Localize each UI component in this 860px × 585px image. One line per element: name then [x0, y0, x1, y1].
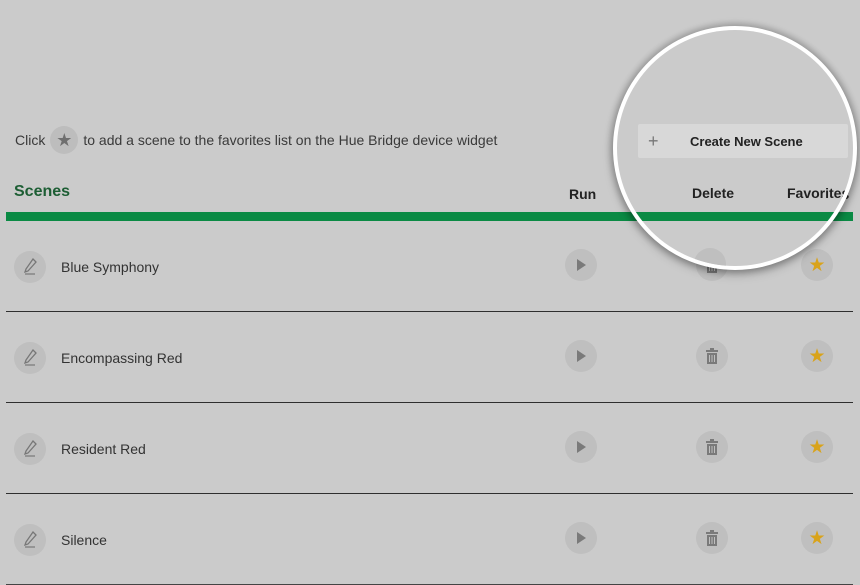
pencil-icon: [23, 349, 37, 366]
trash-icon: [706, 348, 718, 364]
hint-prefix: Click: [15, 132, 46, 148]
play-icon: [577, 532, 586, 544]
create-new-scene-label: Create New Scene: [690, 133, 803, 149]
plus-icon: +: [648, 130, 659, 151]
scene-row: Resident Red ★: [6, 403, 853, 494]
run-scene-button[interactable]: [565, 522, 597, 554]
pencil-icon: [23, 531, 37, 548]
edit-scene-button[interactable]: [14, 342, 46, 374]
scene-name: Silence: [61, 532, 107, 548]
edit-scene-button[interactable]: [14, 433, 46, 465]
pencil-icon: [23, 258, 37, 275]
scene-row: Silence ★: [6, 494, 853, 585]
trash-icon: [706, 530, 718, 546]
run-scene-button[interactable]: [565, 249, 597, 281]
delete-column-header-magnified: Delete: [692, 185, 735, 201]
trash-icon: [706, 439, 718, 455]
delete-scene-button[interactable]: [696, 522, 728, 554]
scene-name: Resident Red: [61, 441, 146, 457]
delete-scene-button[interactable]: [696, 431, 728, 463]
star-icon: ★: [808, 436, 826, 458]
edit-scene-button[interactable]: [14, 251, 46, 283]
play-icon: [577, 441, 586, 453]
favorite-toggle[interactable]: ★: [801, 340, 833, 372]
edit-scene-button[interactable]: [14, 524, 46, 556]
run-scene-button[interactable]: [565, 431, 597, 463]
scene-name: Blue Symphony: [61, 259, 160, 275]
star-icon: ★: [808, 527, 826, 549]
play-icon: [577, 350, 586, 362]
scene-row: Encompassing Red ★: [6, 312, 853, 403]
scenes-title: Scenes: [14, 183, 71, 200]
magnifier-content: + Create New Scene Delete Favorites: [617, 30, 853, 266]
favorites-hint: Click ★ to add a scene to the favorites …: [15, 126, 497, 154]
star-icon: ★: [50, 126, 79, 154]
delete-scene-button[interactable]: [696, 340, 728, 372]
favorite-toggle[interactable]: ★: [801, 431, 833, 463]
header-divider-magnified: [617, 212, 853, 221]
create-new-scene-button[interactable]: + Create New Scene: [638, 124, 848, 158]
pencil-icon: [23, 440, 37, 457]
run-column-header: Run: [569, 186, 597, 202]
run-scene-button[interactable]: [565, 340, 597, 372]
play-icon: [577, 259, 586, 271]
star-icon: ★: [808, 345, 826, 367]
hint-suffix: to add a scene to the favorites list on …: [83, 132, 498, 148]
magnifier-callout: + Create New Scene Delete Favorites: [613, 26, 857, 270]
scene-list: Blue Symphony ★ Encompassing Red: [6, 221, 853, 585]
favorites-column-header-magnified: Favorites: [787, 185, 850, 201]
scene-name: Encompassing Red: [61, 350, 183, 366]
favorite-toggle[interactable]: ★: [801, 522, 833, 554]
